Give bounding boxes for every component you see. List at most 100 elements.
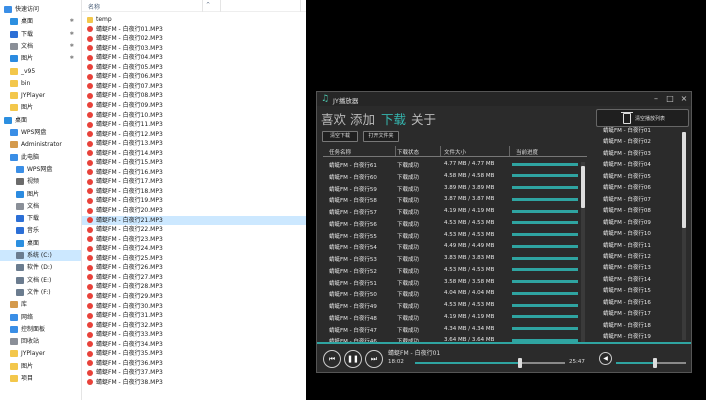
header-task-name[interactable]: 任务名称 [329,148,351,156]
playlist-item[interactable]: 蜻蜓FM - 白夜行14 [600,275,680,287]
file-row[interactable]: 蜻蜓FM - 白夜行29.MP3 [82,292,306,301]
volume-button[interactable]: ◀ [599,352,612,365]
file-row[interactable]: 蜻蜓FM - 白夜行04.MP3 [82,53,306,62]
playlist-item[interactable]: 蜻蜓FM - 白夜行16 [600,298,680,310]
minimize-icon[interactable]: – [651,94,661,103]
download-row[interactable]: 蜻蜓FM - 白夜行56 下载成功 4.53 MB / 4.53 MB [323,217,581,229]
tab-add[interactable]: 添加 [350,109,375,128]
playlist-item[interactable]: 蜻蜓FM - 白夜行07 [600,195,680,207]
playlist-item[interactable]: 蜻蜓FM - 白夜行06 [600,183,680,195]
file-row[interactable]: 蜻蜓FM - 白夜行02.MP3 [82,34,306,43]
file-row[interactable]: 蜻蜓FM - 白夜行23.MP3 [82,235,306,244]
nav-item[interactable]: 项目 [0,373,81,384]
nav-item[interactable]: 视频 [0,176,81,187]
download-row[interactable]: 蜻蜓FM - 白夜行54 下载成功 4.49 MB / 4.49 MB [323,240,581,252]
file-row[interactable]: 蜻蜓FM - 白夜行25.MP3 [82,254,306,263]
file-row[interactable]: 蜻蜓FM - 白夜行21.MP3 [82,215,306,225]
tab-download[interactable]: 下载 [381,109,406,128]
seek-bar[interactable] [415,358,565,368]
playlist-item[interactable]: 蜻蜓FM - 白夜行11 [600,241,680,253]
file-row[interactable]: temp [82,15,306,24]
file-row[interactable]: 蜻蜓FM - 白夜行14.MP3 [82,149,306,158]
file-row[interactable]: 蜻蜓FM - 白夜行05.MP3 [82,63,306,72]
download-scrollbar-thumb[interactable] [581,166,585,208]
file-row[interactable]: 蜻蜓FM - 白夜行03.MP3 [82,44,306,53]
file-row[interactable]: 蜻蜓FM - 白夜行33.MP3 [82,330,306,339]
file-row[interactable]: 蜻蜓FM - 白夜行34.MP3 [82,340,306,349]
nav-item[interactable]: 音乐 [0,225,81,236]
playlist-item[interactable]: 蜻蜓FM - 白夜行18 [600,321,680,333]
nav-item[interactable]: 文档 ✱ [0,41,81,52]
file-row[interactable]: 蜻蜓FM - 白夜行09.MP3 [82,101,306,110]
download-row[interactable]: 蜻蜓FM - 白夜行48 下载成功 4.19 MB / 4.19 MB [323,311,581,323]
download-row[interactable]: 蜻蜓FM - 白夜行52 下载成功 4.53 MB / 4.53 MB [323,264,581,276]
playlist-item[interactable]: 蜻蜓FM - 白夜行05 [600,172,680,184]
name-column-header[interactable]: 名称 [88,2,100,11]
file-row[interactable]: 蜻蜓FM - 白夜行10.MP3 [82,111,306,120]
playlist-item[interactable]: 蜻蜓FM - 白夜行04 [600,160,680,172]
file-row[interactable]: 蜻蜓FM - 白夜行20.MP3 [82,206,306,215]
clear-downloads-button[interactable]: 清空下载 [322,131,358,142]
download-row[interactable]: 蜻蜓FM - 白夜行58 下载成功 3.87 MB / 3.87 MB [323,193,581,205]
nav-item[interactable]: 网络 [0,312,81,323]
nav-item[interactable]: 回收站 [0,336,81,347]
nav-item[interactable]: 桌面 ✱ [0,16,81,27]
nav-item[interactable]: 图片 [0,189,81,200]
file-row[interactable]: 蜻蜓FM - 白夜行38.MP3 [82,378,306,387]
volume-handle[interactable] [652,358,657,368]
download-row[interactable]: 蜻蜓FM - 白夜行59 下载成功 3.89 MB / 3.89 MB [323,182,581,194]
playlist-item[interactable]: 蜻蜓FM - 白夜行09 [600,218,680,230]
file-row[interactable]: 蜻蜓FM - 白夜行19.MP3 [82,196,306,205]
next-track-button[interactable]: ⏭ [365,350,383,368]
nav-item[interactable]: 图片 [0,361,81,372]
download-row[interactable]: 蜻蜓FM - 白夜行51 下载成功 3.58 MB / 3.58 MB [323,276,581,288]
nav-item[interactable]: 库 [0,299,81,310]
file-row[interactable]: 蜻蜓FM - 白夜行01.MP3 [82,25,306,34]
file-row[interactable]: 蜻蜓FM - 白夜行27.MP3 [82,273,306,282]
tab-about[interactable]: 关于 [411,109,436,128]
download-row[interactable]: 蜻蜓FM - 白夜行60 下载成功 4.58 MB / 4.58 MB [323,170,581,182]
download-row[interactable]: 蜻蜓FM - 白夜行55 下载成功 4.53 MB / 4.53 MB [323,229,581,241]
nav-item[interactable]: 文件 (F:) [0,287,81,298]
file-row[interactable]: 蜻蜓FM - 白夜行18.MP3 [82,187,306,196]
file-row[interactable]: 蜻蜓FM - 白夜行11.MP3 [82,120,306,129]
nav-item[interactable]: JYPlayer [0,348,81,359]
download-scrollbar[interactable] [581,162,585,342]
nav-item[interactable]: 下载 ✱ [0,29,81,40]
nav-item[interactable]: 文档 (E:) [0,275,81,286]
playlist-item[interactable]: 蜻蜓FM - 白夜行02 [600,137,680,149]
header-progress[interactable]: 当前进度 [516,148,538,156]
title-bar[interactable]: ♫ JY播放器 – □ × [317,92,691,106]
header-status[interactable]: 下载状态 [397,148,419,156]
download-row[interactable]: 蜻蜓FM - 白夜行50 下载成功 4.04 MB / 4.04 MB [323,287,581,299]
file-row[interactable]: 蜻蜓FM - 白夜行13.MP3 [82,139,306,148]
file-row[interactable]: 蜻蜓FM - 白夜行16.MP3 [82,168,306,177]
nav-item[interactable]: 系统 (C:) [0,250,81,261]
open-folder-button[interactable]: 打开文件夹 [363,131,399,142]
playlist-item[interactable]: 蜻蜓FM - 白夜行15 [600,286,680,298]
file-row[interactable]: 蜻蜓FM - 白夜行28.MP3 [82,282,306,291]
pin-icon[interactable]: ✱ [70,41,74,52]
file-row[interactable]: 蜻蜓FM - 白夜行36.MP3 [82,359,306,368]
pin-icon[interactable]: ✱ [70,53,74,64]
nav-item[interactable]: 控制面板 [0,324,81,335]
nav-item[interactable]: 桌面 [0,115,81,126]
pin-icon[interactable]: ✱ [70,16,74,27]
download-row[interactable]: 蜻蜓FM - 白夜行49 下载成功 4.53 MB / 4.53 MB [323,299,581,311]
nav-item[interactable]: 软件 (D:) [0,262,81,273]
nav-item[interactable]: 快速访问 [0,4,81,15]
nav-item[interactable]: WPS网盘 [0,127,81,138]
nav-item[interactable]: 此电脑 [0,152,81,163]
file-row[interactable]: 蜻蜓FM - 白夜行35.MP3 [82,349,306,358]
file-row[interactable]: 蜻蜓FM - 白夜行30.MP3 [82,302,306,311]
nav-item[interactable]: 文档 [0,201,81,212]
file-row[interactable]: 蜻蜓FM - 白夜行31.MP3 [82,311,306,320]
playlist-item[interactable]: 蜻蜓FM - 白夜行01 [600,126,680,138]
download-row[interactable]: 蜻蜓FM - 白夜行57 下载成功 4.19 MB / 4.19 MB [323,205,581,217]
nav-item[interactable]: 下载 [0,213,81,224]
clear-playlist-button[interactable]: 清空播放列表 [596,109,689,127]
download-row[interactable]: 蜻蜓FM - 白夜行53 下载成功 3.83 MB / 3.83 MB [323,252,581,264]
nav-item[interactable]: JYPlayer [0,90,81,101]
close-icon[interactable]: × [679,94,689,103]
nav-item[interactable]: WPS网盘 [0,164,81,175]
